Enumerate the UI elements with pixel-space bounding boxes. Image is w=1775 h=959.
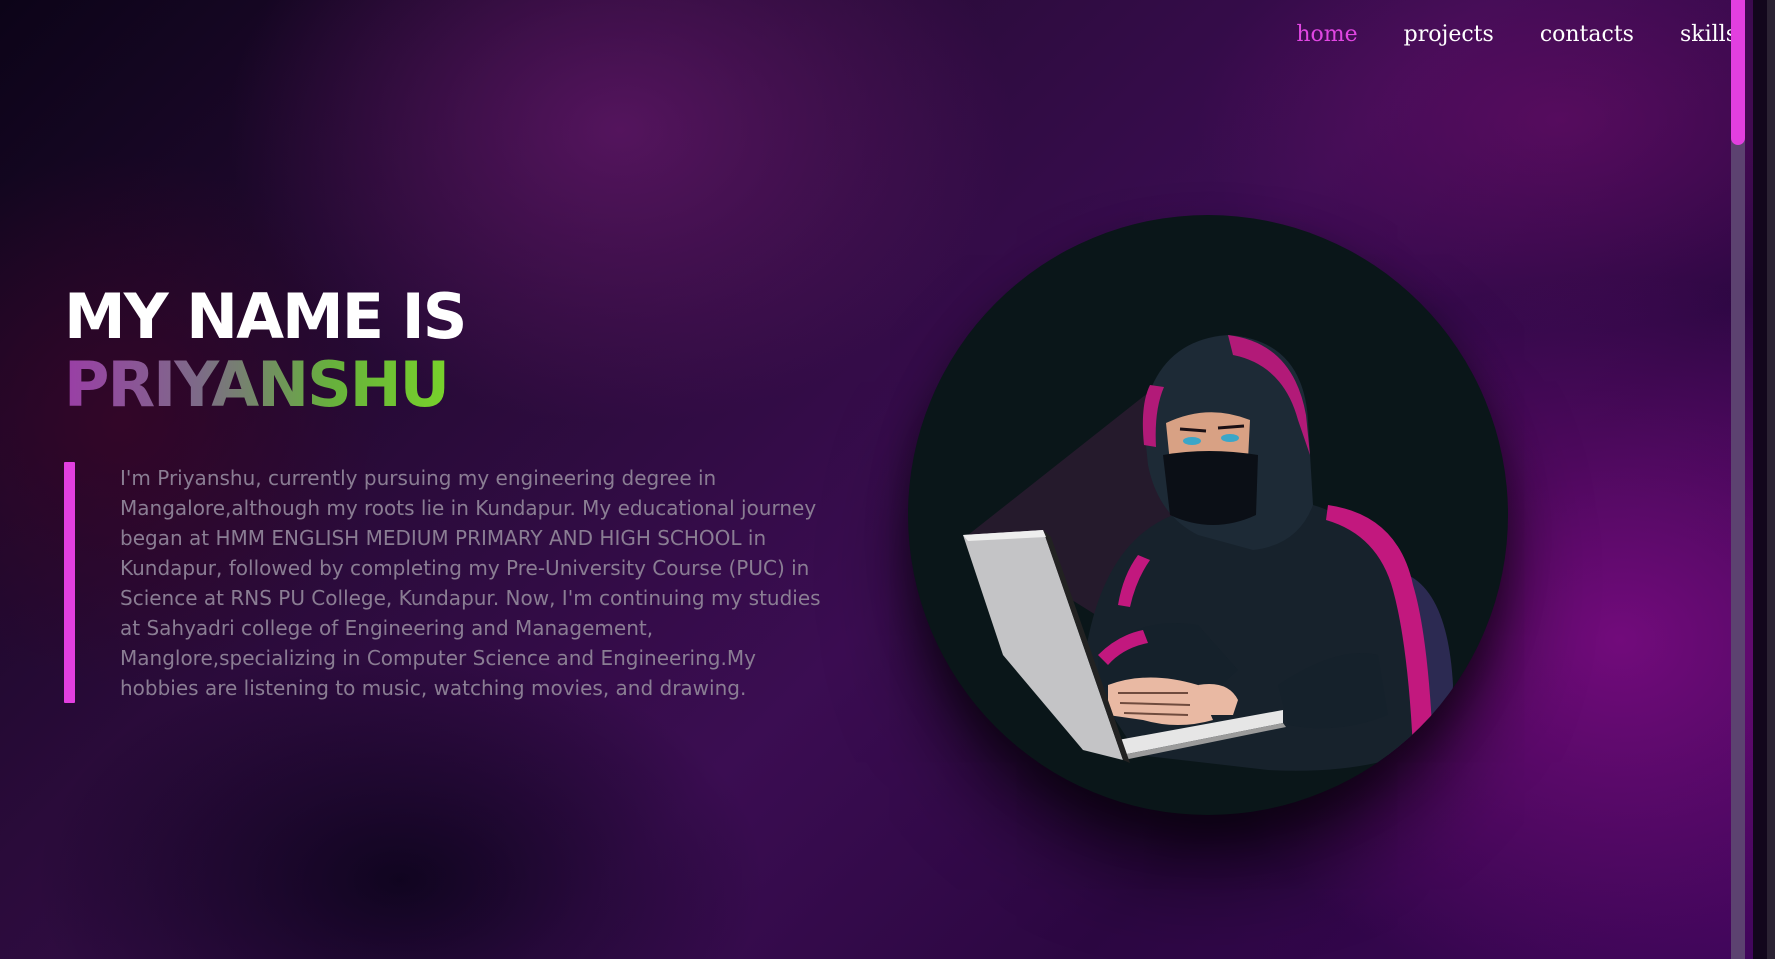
page: home projects contacts skills MY NAME IS… — [0, 0, 1753, 959]
nav-contacts-link[interactable]: contacts — [1540, 22, 1634, 47]
window-edge — [1767, 0, 1775, 959]
nav-projects-link[interactable]: projects — [1404, 22, 1494, 47]
nav-skills-link[interactable]: skills — [1680, 22, 1737, 47]
hooded-hacker-laptop-illustration — [963, 335, 1453, 771]
bio-paragraph: I'm Priyanshu, currently pursuing my eng… — [120, 466, 821, 700]
top-nav: home projects contacts skills — [1296, 22, 1737, 47]
nav-home-link[interactable]: home — [1296, 22, 1357, 47]
bio-accent-bar — [64, 462, 75, 703]
hero-heading: MY NAME IS PRIYANSHU — [64, 280, 467, 421]
scrollbar-track[interactable] — [1731, 0, 1745, 959]
hero-name: PRIYANSHU — [64, 348, 450, 421]
avatar — [908, 215, 1508, 815]
bio-section: I'm Priyanshu, currently pursuing my eng… — [64, 462, 824, 703]
scrollbar-thumb[interactable] — [1731, 0, 1745, 145]
hero-intro-line: MY NAME IS — [64, 280, 467, 353]
